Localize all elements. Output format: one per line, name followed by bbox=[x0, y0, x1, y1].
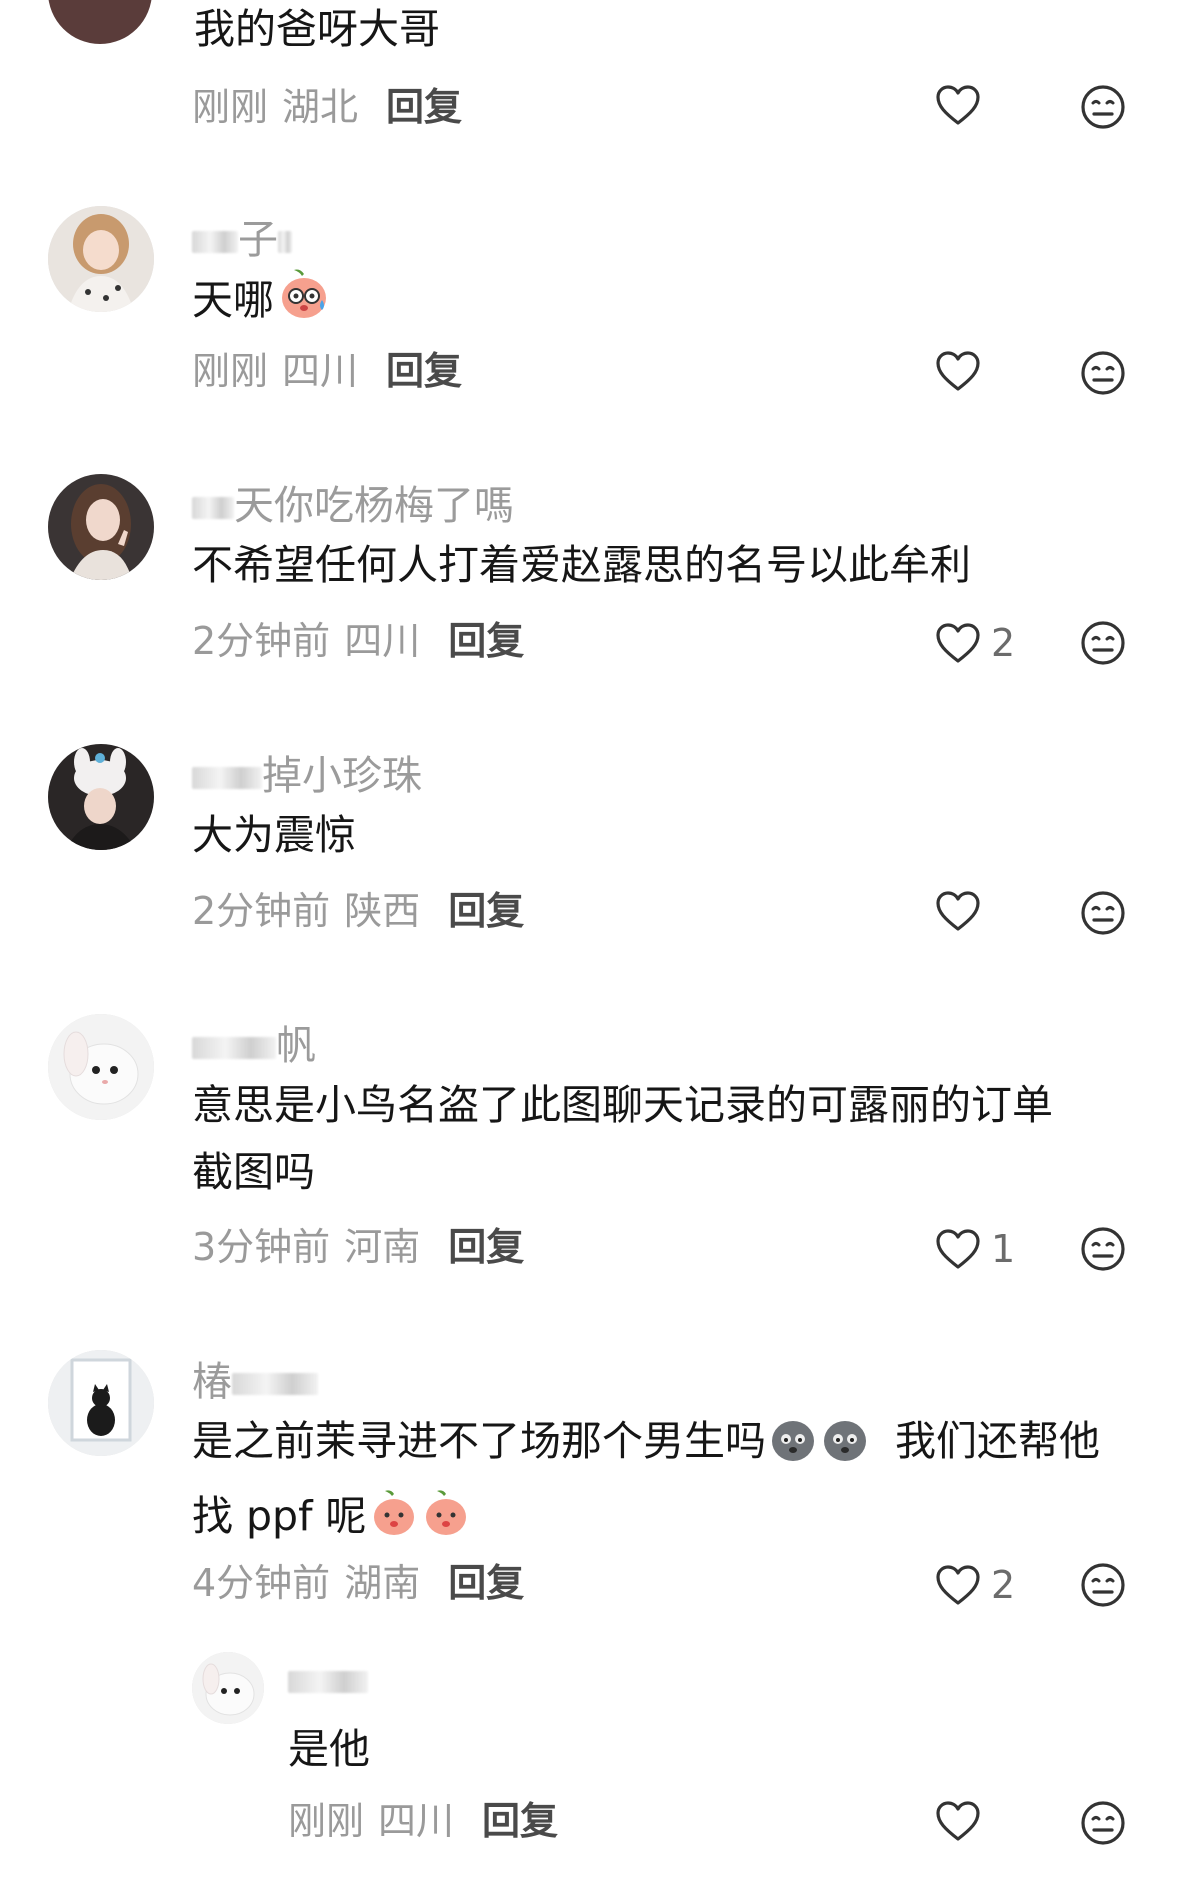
avatar-image bbox=[48, 474, 154, 580]
heart-outline-icon bbox=[936, 1229, 980, 1269]
like-count: 2 bbox=[991, 1563, 1016, 1607]
comment-meta: 刚刚 湖北 回复 bbox=[192, 84, 462, 130]
avatar[interactable] bbox=[48, 1014, 154, 1120]
comment-location: 湖南 bbox=[344, 1561, 421, 1605]
reply-time: 刚刚 bbox=[288, 1799, 365, 1843]
sweating-peach-emoji bbox=[276, 266, 332, 342]
comment-username[interactable]: 掉小珍珠 bbox=[192, 752, 422, 800]
comment-text: 天哪 bbox=[192, 266, 332, 342]
peach-emoji bbox=[369, 1488, 419, 1558]
peach-emoji bbox=[421, 1488, 471, 1558]
comment-time: 2分钟前 bbox=[192, 619, 331, 663]
heart-outline-icon bbox=[936, 1801, 980, 1841]
comment-item: 椿 是之前茉寻进不了场那个男生吗 我们还帮他 找 ppf 呢 4分钟前 湖南 回复 … bbox=[0, 1346, 1179, 1646]
comment-meta: 4分钟前 湖南 回复 bbox=[192, 1560, 524, 1606]
comment-item: 我的爸呀大哥 刚刚 湖北 回复 bbox=[0, 0, 1179, 160]
gray-blob-emoji bbox=[768, 1413, 818, 1483]
like-button[interactable]: 2 bbox=[935, 620, 1015, 666]
reply-location: 四川 bbox=[378, 1799, 455, 1843]
comment-text: 我的爸呀大哥 bbox=[194, 5, 440, 53]
reply-item: 是他 刚刚 四川 回复 bbox=[0, 1648, 1179, 1897]
gray-blob-emoji bbox=[820, 1413, 870, 1483]
avatar[interactable] bbox=[192, 1652, 264, 1724]
comment-meta: 刚刚 四川 回复 bbox=[192, 348, 462, 394]
comment-time: 刚刚 bbox=[192, 85, 269, 129]
heart-outline-icon bbox=[936, 1565, 980, 1605]
like-button[interactable]: 1 bbox=[935, 1226, 1015, 1272]
heart-outline-icon bbox=[936, 85, 980, 125]
reply-meta: 刚刚 四川 回复 bbox=[288, 1798, 558, 1844]
dislike-button[interactable] bbox=[1080, 1800, 1126, 1850]
dislike-button[interactable] bbox=[1080, 84, 1126, 134]
reply-username[interactable] bbox=[288, 1656, 368, 1704]
dislike-button[interactable] bbox=[1080, 1562, 1126, 1612]
avatar[interactable] bbox=[48, 744, 154, 850]
avatar-image bbox=[48, 206, 154, 312]
reply-button[interactable]: 回复 bbox=[448, 889, 524, 933]
avatar-image bbox=[48, 1350, 154, 1456]
neutral-face-icon bbox=[1081, 621, 1125, 665]
comment-time: 刚刚 bbox=[192, 349, 269, 393]
neutral-face-icon bbox=[1081, 85, 1125, 129]
comment-time: 2分钟前 bbox=[192, 889, 331, 933]
like-button[interactable] bbox=[935, 84, 981, 126]
dislike-button[interactable] bbox=[1080, 1226, 1126, 1276]
comment-location: 河南 bbox=[344, 1225, 421, 1269]
avatar[interactable] bbox=[48, 206, 154, 312]
reply-text: 是他 bbox=[288, 1725, 370, 1773]
like-button[interactable] bbox=[935, 890, 981, 932]
like-button[interactable]: 2 bbox=[935, 1562, 1015, 1608]
heart-outline-icon bbox=[936, 351, 980, 391]
comment-text: 大为震惊 bbox=[192, 811, 356, 859]
avatar[interactable] bbox=[48, 1350, 154, 1456]
comment-username[interactable]: 椿 bbox=[192, 1358, 318, 1406]
comment-item: 天你吃杨梅了嗎 不希望任何人打着爱赵露思的名号以此牟利 2分钟前 四川 回复 2 bbox=[0, 470, 1179, 710]
comment-location: 四川 bbox=[344, 619, 421, 663]
avatar[interactable] bbox=[48, 0, 152, 44]
reply-button[interactable]: 回复 bbox=[448, 619, 524, 663]
dislike-button[interactable] bbox=[1080, 890, 1126, 940]
comment-username[interactable]: 子 bbox=[192, 216, 292, 264]
comment-location: 陕西 bbox=[344, 889, 421, 933]
comment-meta: 2分钟前 四川 回复 bbox=[192, 618, 524, 664]
comment-time: 3分钟前 bbox=[192, 1225, 331, 1269]
comment-text: 不希望任何人打着爱赵露思的名号以此牟利 bbox=[192, 541, 971, 589]
comment-text: 是之前茉寻进不了场那个男生吗 我们还帮他 找 ppf 呢 bbox=[192, 1408, 1100, 1558]
neutral-face-icon bbox=[1081, 351, 1125, 395]
comment-meta: 3分钟前 河南 回复 bbox=[192, 1224, 524, 1270]
comment-username[interactable]: 天你吃杨梅了嗎 bbox=[192, 482, 514, 530]
dislike-button[interactable] bbox=[1080, 350, 1126, 400]
like-count: 1 bbox=[991, 1227, 1016, 1271]
comment-item: 掉小珍珠 大为震惊 2分钟前 陕西 回复 bbox=[0, 740, 1179, 980]
neutral-face-icon bbox=[1081, 891, 1125, 935]
like-button[interactable] bbox=[935, 1800, 981, 1842]
comment-username[interactable]: 帆 bbox=[192, 1022, 316, 1070]
heart-outline-icon bbox=[936, 623, 980, 663]
avatar[interactable] bbox=[48, 474, 154, 580]
clipped-comment-top: 我的爸呀大哥 bbox=[0, 0, 1179, 60]
like-button[interactable] bbox=[935, 350, 981, 392]
comment-location: 湖北 bbox=[282, 85, 359, 129]
neutral-face-icon bbox=[1081, 1563, 1125, 1607]
reply-button[interactable]: 回复 bbox=[482, 1799, 558, 1843]
neutral-face-icon bbox=[1081, 1801, 1125, 1845]
heart-outline-icon bbox=[936, 891, 980, 931]
avatar-image bbox=[192, 1652, 264, 1724]
comment-meta: 2分钟前 陕西 回复 bbox=[192, 888, 524, 934]
neutral-face-icon bbox=[1081, 1227, 1125, 1271]
comment-item: 子 天哪 刚刚 四川 回复 bbox=[0, 200, 1179, 440]
avatar-image bbox=[48, 1014, 154, 1120]
reply-button[interactable]: 回复 bbox=[386, 85, 462, 129]
comment-text: 意思是小鸟名盗了此图聊天记录的可露丽的订单 截图吗 bbox=[192, 1081, 1053, 1196]
reply-button[interactable]: 回复 bbox=[448, 1561, 524, 1605]
comment-time: 4分钟前 bbox=[192, 1561, 331, 1605]
dislike-button[interactable] bbox=[1080, 620, 1126, 670]
comment-location: 四川 bbox=[282, 349, 359, 393]
like-count: 2 bbox=[991, 621, 1016, 665]
reply-button[interactable]: 回复 bbox=[386, 349, 462, 393]
reply-button[interactable]: 回复 bbox=[448, 1225, 524, 1269]
avatar-image bbox=[48, 744, 154, 850]
comment-item: 帆 意思是小鸟名盗了此图聊天记录的可露丽的订单 截图吗 3分钟前 河南 回复 1 bbox=[0, 1010, 1179, 1320]
